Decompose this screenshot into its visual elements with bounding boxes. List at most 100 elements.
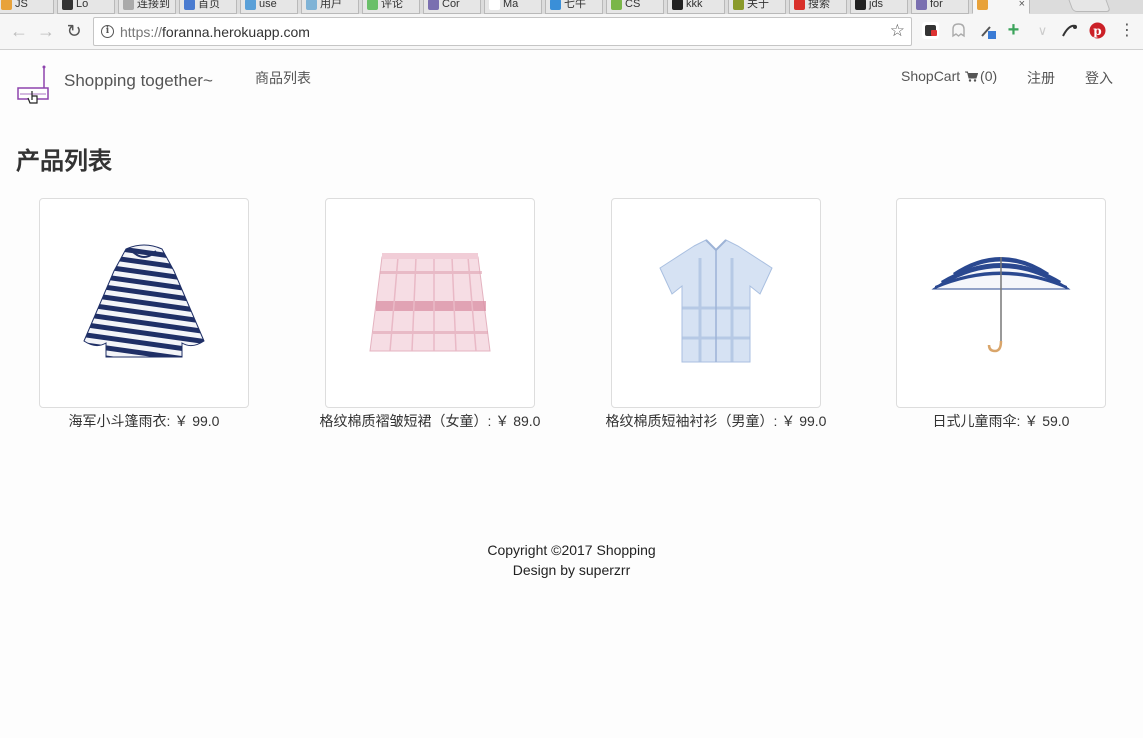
tab-label: kkk (686, 0, 703, 10)
tab-favicon-icon (306, 0, 317, 10)
product-image-link[interactable] (325, 198, 535, 408)
tab-label: 搜索 (808, 0, 830, 10)
browser-tab[interactable]: 七牛 (545, 0, 603, 14)
tab-label: JS (15, 0, 28, 10)
page-title: 产品列表 (16, 148, 112, 175)
browser-tab[interactable]: × (972, 0, 1030, 14)
product-caption[interactable]: 格纹棉质短袖衬衫（男童）: ￥ 99.0 (600, 411, 832, 431)
tab-label: Lo (76, 0, 89, 10)
tab-favicon-icon (245, 0, 256, 10)
tab-label: 七牛 (564, 0, 586, 10)
tab-label: Cor (442, 0, 460, 10)
browser-tab[interactable]: Ma (484, 0, 542, 14)
striped-umbrella-image (931, 257, 1071, 353)
browser-tab[interactable]: jds (850, 0, 908, 14)
svg-text:p: p (1093, 24, 1101, 38)
tab-label: jds (869, 0, 884, 10)
blue-plaid-shirt-image (659, 239, 773, 363)
url-text[interactable]: https://foranna.herokuapp.com (120, 24, 310, 40)
brand-logo-icon[interactable] (16, 65, 49, 105)
tab-favicon-icon (62, 0, 73, 10)
tab-favicon-icon (1, 0, 12, 10)
site-navbar: Shopping together~ 商品列表 ShopCart (0) 注册 … (0, 51, 1143, 105)
tab-favicon-icon (733, 0, 744, 10)
product-caption[interactable]: 日式儿童雨伞: ￥ 59.0 (896, 411, 1106, 431)
extension-ghost-icon[interactable] (950, 22, 967, 39)
browser-tab[interactable]: 搜索 (789, 0, 847, 14)
browser-tab[interactable]: Lo (57, 0, 115, 14)
product-image-link[interactable] (896, 198, 1106, 408)
browser-tab[interactable]: JS (0, 0, 54, 14)
tab-favicon-icon (123, 0, 134, 10)
browser-tab[interactable]: 评论 (362, 0, 420, 14)
tab-favicon-icon (184, 0, 195, 10)
tab-favicon-icon (489, 0, 500, 10)
browser-menu-icon[interactable]: ⋮ (1119, 20, 1135, 42)
nav-register-link[interactable]: 注册 (1027, 68, 1055, 88)
tab-favicon-icon (916, 0, 927, 10)
tab-favicon-icon (550, 0, 561, 10)
url-host: foranna.herokuapp.com (162, 24, 310, 40)
product-card: 海军小斗篷雨衣: ￥ 99.0 (39, 198, 249, 431)
back-icon[interactable]: ← (8, 20, 30, 42)
browser-toolbar: ← → ↻ i https://foranna.herokuapp.com ☆ … (0, 14, 1143, 50)
browser-tab[interactable]: CS (606, 0, 664, 14)
new-tab-button[interactable] (1067, 0, 1111, 12)
tab-favicon-icon (855, 0, 866, 10)
extension-stamp-icon[interactable] (922, 22, 939, 39)
tab-label: for (930, 0, 943, 10)
extension-eyedropper-icon[interactable] (979, 22, 996, 39)
product-image-link[interactable] (611, 198, 821, 408)
product-card: 日式儿童雨伞: ￥ 59.0 (896, 198, 1106, 431)
address-bar[interactable]: i https://foranna.herokuapp.com ☆ (93, 17, 912, 46)
tab-label: 评论 (381, 0, 403, 10)
tab-favicon-icon (977, 0, 988, 10)
tab-label: 首页 (198, 0, 220, 10)
nav-login-link[interactable]: 登入 (1085, 68, 1113, 88)
tab-label: Ma (503, 0, 519, 10)
extension-plus-icon[interactable]: + (1005, 20, 1022, 40)
tab-favicon-icon (611, 0, 622, 10)
page-footer: Copyright ©2017 Shopping Design by super… (0, 540, 1143, 580)
browser-tab[interactable]: for (911, 0, 969, 14)
tab-favicon-icon (428, 0, 439, 10)
browser-tab[interactable]: kkk (667, 0, 725, 14)
browser-tab[interactable]: 关于 (728, 0, 786, 14)
tab-label: 用户 (320, 0, 342, 10)
browser-tab[interactable]: 连接到 (118, 0, 176, 14)
tab-favicon-icon (367, 0, 378, 10)
browser-tab[interactable]: Cor (423, 0, 481, 14)
tab-label: 关于 (747, 0, 769, 10)
product-image-link[interactable] (39, 198, 249, 408)
tab-label: use (259, 0, 277, 10)
product-card: 格纹棉质褶皱短裙（女童）: ￥ 89.0 (314, 198, 546, 431)
tab-favicon-icon (672, 0, 683, 10)
product-card: 格纹棉质短袖衬衫（男童）: ￥ 99.0 (600, 198, 832, 431)
brand-name[interactable]: Shopping together~ (64, 71, 213, 91)
browser-tab-strip: JS Lo 连接到 首页 use 用户 评论 Cor Ma 七牛 CS kkk 关于 搜索 jds for × (0, 0, 1143, 14)
striped-rain-cape-image (83, 244, 205, 358)
close-tab-icon[interactable]: × (1019, 0, 1025, 13)
forward-icon[interactable]: → (35, 20, 57, 42)
extension-pocket-icon[interactable]: ∨ (1034, 22, 1051, 39)
url-protocol: https:// (120, 24, 163, 40)
reload-icon[interactable]: ↻ (63, 20, 85, 42)
extension-translate-icon[interactable] (1061, 22, 1078, 39)
pink-plaid-skirt-image (369, 253, 491, 352)
cart-icon (965, 71, 979, 82)
nav-products-link[interactable]: 商品列表 (255, 68, 311, 88)
product-caption[interactable]: 海军小斗篷雨衣: ￥ 99.0 (39, 411, 249, 431)
tab-label: 连接到 (137, 0, 170, 10)
tab-label: CS (625, 0, 641, 10)
cart-count: (0) (980, 68, 998, 84)
site-info-icon[interactable]: i (101, 25, 114, 38)
browser-tab[interactable]: 用户 (301, 0, 359, 14)
bookmark-star-icon[interactable]: ☆ (890, 21, 905, 41)
footer-copyright: Copyright ©2017 Shopping (487, 542, 656, 558)
nav-cart-link[interactable]: ShopCart (0) (901, 68, 997, 84)
browser-tab[interactable]: use (240, 0, 298, 14)
footer-credit: Design by superzrr (512, 562, 631, 578)
extension-pinterest-icon[interactable]: p (1089, 22, 1106, 39)
product-caption[interactable]: 格纹棉质褶皱短裙（女童）: ￥ 89.0 (314, 411, 546, 431)
browser-tab[interactable]: 首页 (179, 0, 237, 14)
